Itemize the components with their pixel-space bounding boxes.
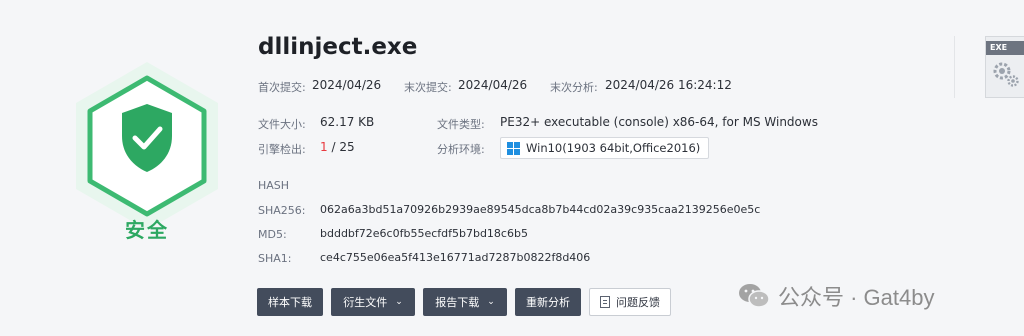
derived-files-button[interactable]: 衍生文件 ⌄: [331, 288, 415, 316]
sha256-value[interactable]: 062a6a3bd51a70926b2939ae89545dca8b7b44cd…: [320, 203, 760, 216]
wechat-icon: [739, 284, 770, 308]
engines-total: / 25: [327, 140, 355, 154]
verdict-badge: [68, 58, 226, 234]
document-icon: [600, 296, 610, 308]
verdict-label: 安全: [125, 218, 169, 242]
sha1-label: SHA1:: [258, 252, 292, 265]
engines-label: 引擎检出:: [258, 143, 306, 156]
first-submit-value: 2024/04/26: [312, 78, 382, 92]
md5-label: MD5:: [258, 228, 287, 241]
chevron-down-icon: ⌄: [487, 297, 495, 307]
exe-thumbnail: EXE: [985, 36, 1024, 98]
env-label: 分析环境:: [437, 143, 485, 156]
md5-value[interactable]: bdddbf72e6c0fb55ecfdf5b7bd18c6b5: [320, 227, 528, 240]
reanalyze-button[interactable]: 重新分析: [515, 288, 581, 316]
file-type-label: 文件类型:: [437, 118, 485, 131]
engines-detection: 1 / 25: [320, 140, 355, 154]
exe-tag: EXE: [986, 41, 1024, 55]
derived-files-label: 衍生文件: [343, 296, 388, 309]
analysis-env-value: Win10(1903 64bit,Office2016): [526, 141, 701, 155]
gear-icon: [993, 62, 1019, 87]
feedback-label: 问题反馈: [616, 296, 660, 309]
engines-detected-count: 1: [320, 140, 328, 154]
file-type-card: EXE: [954, 36, 1024, 98]
watermark-text: 公众号 · Gat4by: [778, 285, 935, 310]
sha1-value[interactable]: ce4c755e06ea5f413e16771ad7287b0822f8d406: [320, 251, 590, 264]
watermark: 公众号 · Gat4by: [738, 280, 934, 312]
download-sample-label: 样本下载: [268, 296, 312, 309]
file-name: dllinject.exe: [258, 34, 418, 60]
download-report-label: 报告下载: [435, 296, 480, 309]
chevron-down-icon: ⌄: [395, 297, 403, 307]
windows-icon: [507, 141, 520, 155]
download-sample-button[interactable]: 样本下载: [257, 288, 323, 316]
hash-heading: HASH: [258, 179, 290, 192]
reanalyze-label: 重新分析: [526, 296, 570, 309]
download-report-button[interactable]: 报告下载 ⌄: [423, 288, 507, 316]
sha256-label: SHA256:: [258, 204, 306, 217]
file-type-value: PE32+ executable (console) x86-64, for M…: [500, 115, 818, 129]
last-analysis-label: 末次分析:: [550, 81, 598, 94]
file-size-value: 62.17 KB: [320, 115, 375, 129]
shield-check-icon: [76, 62, 218, 230]
first-submit-label: 首次提交:: [258, 81, 306, 94]
last-analysis-value: 2024/04/26 16:24:12: [605, 78, 732, 92]
last-submit-value: 2024/04/26: [458, 78, 528, 92]
analysis-env: Win10(1903 64bit,Office2016): [500, 137, 710, 159]
file-size-label: 文件大小:: [258, 118, 306, 131]
feedback-button[interactable]: 问题反馈: [589, 288, 671, 316]
last-submit-label: 末次提交:: [404, 81, 452, 94]
